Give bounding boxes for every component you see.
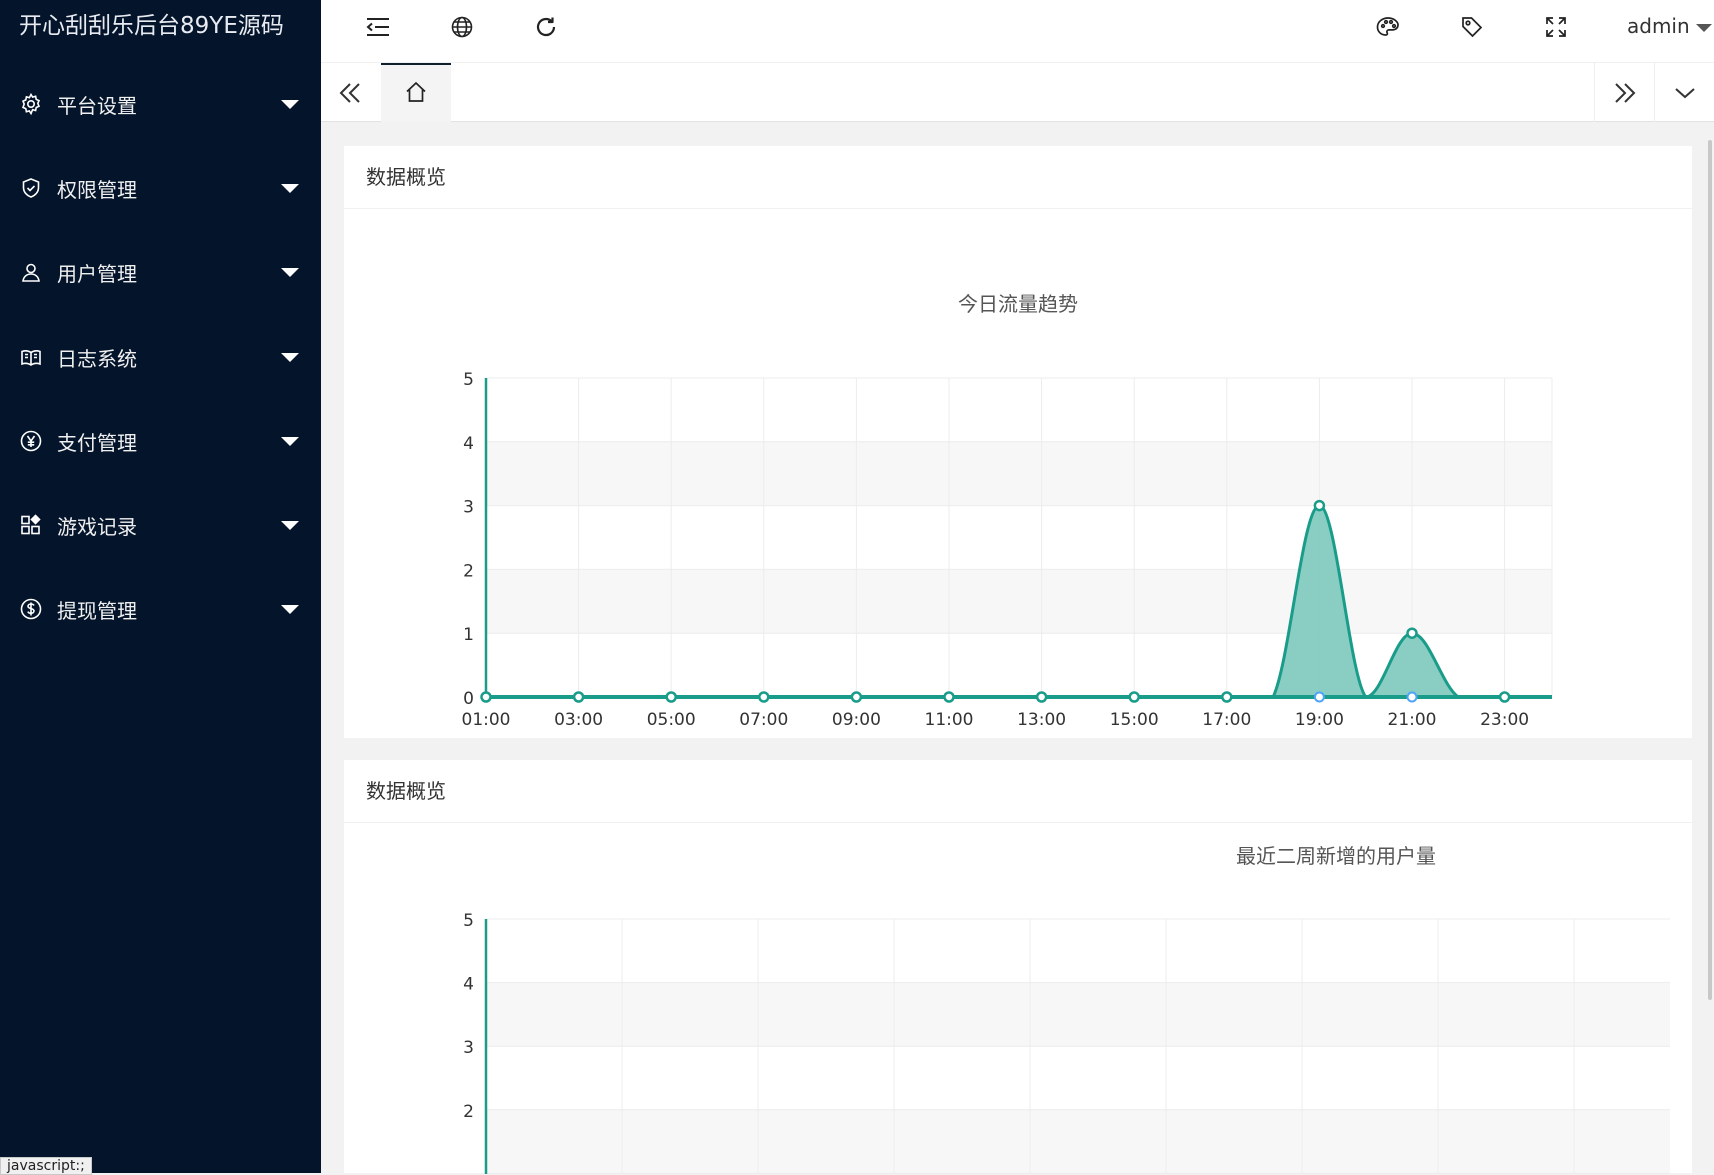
sidebar-item-users[interactable]: 用户管理 <box>0 242 321 302</box>
grid-band <box>486 1109 1670 1174</box>
x-tick-label: 03:00 <box>554 710 603 730</box>
y-tick-label: 5 <box>463 911 474 931</box>
new-users-chart: 最近二周新增的用户量 2 3 4 5 <box>463 844 1670 1174</box>
refresh-icon[interactable] <box>531 12 561 42</box>
sidebar-item-label: 支付管理 <box>57 430 137 455</box>
y-tick-label: 1 <box>463 625 474 645</box>
card-title: 数据概览 <box>344 146 1692 209</box>
data-point <box>1128 691 1140 703</box>
y-tick-label: 3 <box>463 498 474 518</box>
tab-bar <box>321 62 1714 122</box>
caret-down-icon <box>281 99 299 109</box>
scrollbar-thumb[interactable] <box>1708 140 1712 1000</box>
caret-down-icon <box>281 436 299 446</box>
grid-band <box>486 982 1670 1047</box>
y-tick-label: 0 <box>463 689 474 709</box>
data-point <box>665 691 677 703</box>
sidebar-item-label: 权限管理 <box>57 177 137 202</box>
y-tick-label: 3 <box>463 1038 474 1058</box>
x-tick-label: 01:00 <box>462 710 511 730</box>
x-tick-label: 09:00 <box>832 710 881 730</box>
caret-down-icon <box>281 267 299 277</box>
x-tick-label: 07:00 <box>739 710 788 730</box>
caret-down-icon <box>281 183 299 193</box>
sidebar-item-label: 游戏记录 <box>57 514 137 539</box>
sidebar-item-label: 提现管理 <box>57 598 137 623</box>
data-point <box>758 691 770 703</box>
gear-icon <box>19 92 43 116</box>
x-tick-label: 17:00 <box>1202 710 1251 730</box>
sidebar-item-permissions[interactable]: 权限管理 <box>0 158 321 218</box>
data-point <box>943 691 955 703</box>
top-header: admin <box>321 0 1714 62</box>
x-tick-label: 21:00 <box>1388 710 1437 730</box>
dollar-icon <box>19 597 43 621</box>
data-point <box>850 691 863 703</box>
data-point <box>1313 499 1326 512</box>
fullscreen-icon[interactable] <box>1541 12 1571 42</box>
series-2-point <box>1313 691 1325 703</box>
sidebar-item-label: 日志系统 <box>57 346 137 371</box>
data-point <box>572 691 585 703</box>
y-tick-label: 4 <box>463 434 474 454</box>
sidebar-item-platform-settings[interactable]: 平台设置 <box>0 74 321 134</box>
caret-down-icon <box>281 520 299 530</box>
data-point <box>1035 691 1048 703</box>
traffic-card: 数据概览 今日流量趋势 0 1 2 3 4 5 01:00 03:00 05:00 07:00 09:… <box>344 146 1692 738</box>
card-title: 数据概览 <box>344 760 1692 823</box>
sidebar-item-withdrawals[interactable]: 提现管理 <box>0 579 321 639</box>
sidebar: 开心刮刮乐后台89YE源码 平台设置 权限管理 用户管理 日志系统 支付管理 游… <box>0 0 321 1173</box>
x-tick-label: 11:00 <box>925 710 974 730</box>
tab-home[interactable] <box>381 63 451 122</box>
user-icon <box>19 260 43 284</box>
new-users-card: 数据概览 最近二周新增的用户量 2 3 4 5 <box>344 760 1692 1174</box>
home-icon <box>404 80 428 108</box>
tabs-scroll-left-button[interactable] <box>321 63 379 122</box>
chart-title: 最近二周新增的用户量 <box>1236 844 1436 868</box>
x-tick-label: 19:00 <box>1295 710 1344 730</box>
data-point <box>480 691 492 703</box>
apps-icon <box>19 513 43 537</box>
sidebar-item-label: 用户管理 <box>57 261 137 286</box>
data-point <box>1406 627 1418 639</box>
x-tick-label: 13:00 <box>1017 710 1066 730</box>
chart-title: 今日流量趋势 <box>958 292 1078 316</box>
status-bar: javascript:; <box>0 1157 92 1175</box>
menu-fold-icon[interactable] <box>363 12 393 42</box>
sidebar-item-label: 平台设置 <box>57 93 137 118</box>
yen-icon <box>19 429 43 453</box>
tag-icon[interactable] <box>1457 12 1487 42</box>
y-tick-label: 4 <box>463 975 474 995</box>
globe-icon[interactable] <box>447 12 477 42</box>
series-2-point <box>1406 691 1418 703</box>
data-point <box>1221 691 1233 703</box>
grid-band <box>486 569 1552 634</box>
caret-down-icon <box>1695 23 1712 32</box>
app-title: 开心刮刮乐后台89YE源码 <box>19 13 284 39</box>
x-tick-label: 15:00 <box>1110 710 1159 730</box>
sidebar-item-logs[interactable]: 日志系统 <box>0 327 321 387</box>
x-tick-label: 05:00 <box>647 710 696 730</box>
tabs-scroll-right-button[interactable] <box>1594 63 1655 122</box>
y-tick-label: 5 <box>463 370 474 390</box>
tabs-dropdown-button[interactable] <box>1654 63 1714 122</box>
y-tick-label: 2 <box>463 1102 474 1122</box>
username: admin <box>1627 14 1690 38</box>
book-icon <box>19 345 43 369</box>
shield-icon <box>19 176 43 200</box>
y-tick-label: 2 <box>463 561 474 581</box>
caret-down-icon <box>281 604 299 614</box>
user-menu[interactable]: admin <box>1627 12 1712 42</box>
x-tick-label: 23:00 <box>1480 710 1529 730</box>
sidebar-item-game-records[interactable]: 游戏记录 <box>0 495 321 555</box>
grid-band <box>486 441 1552 506</box>
sidebar-item-payments[interactable]: 支付管理 <box>0 411 321 471</box>
data-point <box>1498 691 1511 703</box>
traffic-trend-chart: 今日流量趋势 0 1 2 3 4 5 01:00 03:00 05:00 07:00 09:00 11:… <box>462 292 1553 730</box>
caret-down-icon <box>281 352 299 362</box>
palette-icon[interactable] <box>1373 12 1403 42</box>
